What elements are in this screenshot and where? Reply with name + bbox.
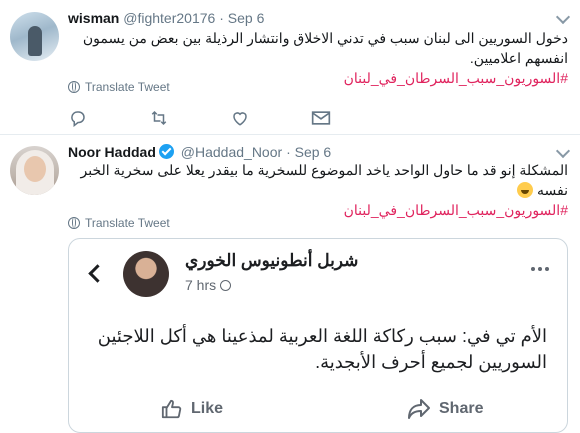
more-options-icon[interactable] — [531, 267, 549, 271]
verified-badge-icon — [158, 144, 174, 159]
user-name[interactable]: Noor Haddad — [68, 144, 156, 160]
globe-icon — [68, 217, 80, 229]
avatar[interactable] — [10, 12, 59, 61]
tweet-date[interactable]: Sep 6 — [295, 144, 332, 160]
chevron-down-icon[interactable] — [555, 143, 571, 159]
share-label: Share — [439, 400, 484, 417]
chevron-left-icon[interactable] — [88, 264, 107, 283]
tweet-text: المشكلة إنو قد ما حاول الواحد ياخد الموض… — [68, 160, 568, 220]
tweet-body: المشكلة إنو قد ما حاول الواحد ياخد الموض… — [80, 162, 568, 198]
post-time-text: 7 hrs — [185, 277, 217, 293]
avatar[interactable] — [10, 146, 59, 195]
post-author[interactable]: شربل أنطونيوس الخوري — [185, 251, 358, 271]
share-arrow-icon — [408, 399, 430, 419]
post-actions: Like Share — [69, 386, 567, 432]
mail-icon[interactable] — [311, 108, 331, 128]
tweet-body: دخول السوريين الى لبنان سبب في تدني الاخ… — [82, 30, 568, 66]
thumbs-up-icon — [161, 399, 182, 419]
share-button[interactable]: Share — [407, 386, 483, 432]
avatar[interactable] — [123, 251, 169, 297]
user-handle[interactable]: @Haddad_Noor — [181, 144, 282, 160]
post-text: الأم تي في: سبب ركاكة اللغة العربية لمذع… — [97, 326, 547, 372]
globe-icon — [68, 81, 80, 93]
like-button[interactable]: Like — [161, 386, 223, 432]
retweet-icon[interactable] — [149, 108, 169, 128]
translate-tweet-link[interactable]: Translate Tweet — [68, 216, 170, 230]
tweet-header: wisman @fighter20176 · Sep 6 — [68, 10, 265, 26]
chevron-down-icon[interactable] — [555, 9, 571, 25]
facebook-post-card[interactable]: شربل أنطونيوس الخوري 7 hrs الأم تي في: س… — [68, 238, 568, 433]
translate-tweet-link[interactable]: Translate Tweet — [68, 80, 170, 94]
tweet-text: دخول السوريين الى لبنان سبب في تدني الاخ… — [68, 28, 568, 88]
like-label: Like — [191, 400, 224, 417]
user-handle[interactable]: @fighter20176 — [123, 10, 215, 26]
post-time: 7 hrs — [185, 277, 232, 293]
tweet-actions — [68, 108, 368, 128]
tweet[interactable]: Noor Haddad @Haddad_Noor · Sep 6 المشكلة… — [0, 134, 580, 433]
tweet-header: Noor Haddad @Haddad_Noor · Sep 6 — [68, 144, 332, 160]
like-heart-icon[interactable] — [230, 108, 250, 128]
translate-label: Translate Tweet — [85, 216, 170, 230]
tweet-date[interactable]: Sep 6 — [228, 10, 265, 26]
globe-icon — [220, 280, 232, 291]
reply-icon[interactable] — [68, 108, 88, 128]
laughing-emoji-icon — [517, 182, 534, 198]
translate-label: Translate Tweet — [85, 80, 170, 94]
tweet[interactable]: wisman @fighter20176 · Sep 6 دخول السوري… — [0, 0, 580, 135]
user-name[interactable]: wisman — [68, 10, 119, 26]
